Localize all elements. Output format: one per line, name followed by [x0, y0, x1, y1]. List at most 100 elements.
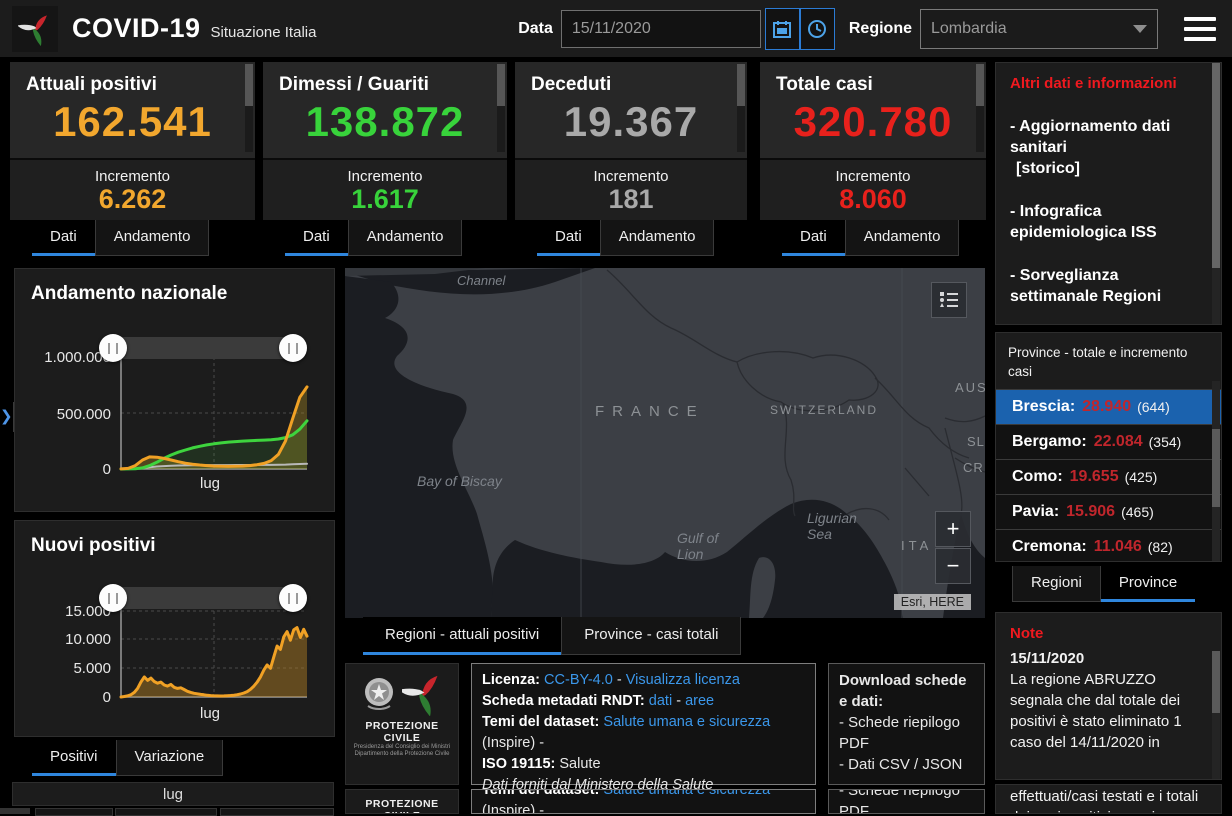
tab-positivi[interactable]: Positivi — [32, 740, 116, 776]
tab-province-casi-totali[interactable]: Province - casi totali — [561, 617, 742, 655]
logo-subtitle: Dipartimento della Protezione Civile — [354, 751, 450, 757]
overflow-fragment — [35, 808, 113, 816]
iso-line: ISO 19115: Salute — [482, 756, 601, 772]
time-range-slider[interactable] — [113, 587, 299, 609]
note-panel: Note 15/11/2020 La regione ABRUZZO segna… — [995, 612, 1222, 780]
slider-handle-right[interactable] — [279, 584, 307, 612]
download-panel: Download schede e dati: - Schede riepilo… — [828, 663, 985, 785]
tab-dati[interactable]: Dati — [537, 220, 600, 256]
license-panel: Licenza: CC-BY-4.0 - Visualizza licenza … — [471, 663, 816, 793]
app-subtitle: Situazione Italia — [210, 24, 317, 41]
province-list-panel: Province - totale e incremento casi Bres… — [995, 332, 1222, 562]
footer-logo-panel-overflow: PROTEZIONE CIVILE — [345, 789, 459, 814]
menu-button[interactable] — [1184, 16, 1216, 41]
tab-regioni-attuali-positivi[interactable]: Regioni - attuali positivi — [363, 617, 562, 655]
dataset-theme-line: Temi del dataset: Salute umana e sicurez… — [482, 714, 771, 751]
clock-icon — [808, 19, 827, 38]
calendar-button[interactable] — [764, 7, 800, 50]
layer-list-button[interactable] — [931, 282, 967, 318]
slider-handle-left[interactable] — [99, 334, 127, 362]
panel-expand-chevron-icon[interactable]: ❯ — [0, 402, 14, 432]
tab-andamento[interactable]: Andamento — [599, 220, 715, 256]
storico-link[interactable]: [storico] — [996, 158, 1221, 179]
province-row-cremona[interactable]: Cremona: 11.046 (82) — [996, 529, 1221, 561]
card-value: 19.367 — [563, 98, 699, 145]
chevron-down-icon — [1133, 24, 1147, 33]
sorveglianza-regioni-link[interactable]: - Sorveglianza settimanale Regioni — [996, 243, 1221, 307]
license-line: Licenza: CC-BY-4.0 - Visualizza licenza — [482, 672, 740, 688]
tab-andamento[interactable]: Andamento — [347, 220, 463, 256]
province-row-como[interactable]: Como: 19.655 (425) — [996, 459, 1221, 494]
province-list-title: Province - totale e incremento casi — [1008, 345, 1188, 379]
section-title: Altri dati e informazioni — [1010, 75, 1177, 92]
increment-label: Incremento — [347, 167, 423, 185]
province-row-bergamo[interactable]: Bergamo: 22.084 (354) — [996, 424, 1221, 459]
increment-value: 8.060 — [839, 183, 907, 214]
italy-emblem-icon — [365, 678, 393, 710]
app-title: COVID-19 — [72, 13, 201, 43]
scrollbar[interactable] — [1212, 63, 1220, 324]
card-scrollbar[interactable] — [737, 64, 745, 152]
date-label: Data — [518, 19, 553, 37]
increment-value: 6.262 — [98, 183, 167, 214]
map-tabs: Regioni - attuali positivi Province - ca… — [363, 617, 742, 655]
y-tick: 0 — [102, 689, 111, 706]
overflow-fragment — [0, 808, 30, 814]
tab-province[interactable]: Province — [1100, 566, 1196, 602]
y-tick: 5.000 — [73, 660, 111, 677]
zoom-out-button[interactable]: − — [935, 548, 971, 584]
zoom-in-button[interactable]: + — [935, 511, 971, 547]
increment-value: 1.617 — [351, 183, 419, 214]
card-title: Deceduti — [531, 74, 612, 95]
cc-by-link[interactable]: CC-BY-4.0 — [544, 672, 613, 688]
time-range-slider[interactable] — [113, 337, 299, 359]
province-row-pavia[interactable]: Pavia: 15.906 (465) — [996, 494, 1221, 529]
dati-csv-json-link[interactable]: - Dati CSV / JSON — [839, 754, 974, 775]
slider-handle-right[interactable] — [279, 334, 307, 362]
card-value: 320.780 — [793, 98, 953, 145]
calendar-icon — [773, 20, 792, 38]
time-button[interactable] — [799, 7, 835, 50]
tab-dati[interactable]: Dati — [32, 220, 95, 256]
aggiornamento-dati-link[interactable]: - Aggiornamento dati sanitari — [996, 92, 1221, 158]
salute-umana-link[interactable]: Salute umana e sicurezza — [603, 714, 770, 730]
card-scrollbar[interactable] — [245, 64, 253, 152]
y-tick: 1.000.000 — [44, 349, 111, 366]
visualizza-licenza-link[interactable]: Visualizza licenza — [626, 672, 740, 688]
increment-label: Incremento — [593, 167, 669, 185]
tab-variazione[interactable]: Variazione — [115, 740, 224, 776]
region-province-tabs: Regioni Province — [1012, 566, 1196, 602]
protezione-civile-tricolor-icon — [402, 675, 438, 716]
tab-andamento[interactable]: Andamento — [844, 220, 960, 256]
slider-handle-left[interactable] — [99, 584, 127, 612]
section-title: Note — [1010, 625, 1044, 642]
map-view[interactable]: Channel FRANCE SWITZERLAND AUS SL CR ITA… — [345, 268, 985, 618]
card-deceduti: Deceduti 19.367 Incremento 181 Dati Anda… — [515, 62, 747, 256]
province-row-brescia[interactable]: Brescia: 28.940 (644) — [996, 389, 1221, 424]
scrollbar[interactable] — [1212, 651, 1220, 779]
increment-label: Incremento — [835, 167, 911, 185]
date-input[interactable] — [560, 9, 761, 48]
scrollbar[interactable] — [1212, 381, 1220, 561]
tab-dati[interactable]: Dati — [782, 220, 845, 256]
region-select[interactable]: Lombardia — [920, 8, 1158, 49]
region-label: Regione — [848, 19, 912, 37]
infografica-iss-link[interactable]: - Infografica epidemiologica ISS — [996, 179, 1221, 243]
card-title: Dimessi / Guariti — [279, 74, 429, 95]
card-scrollbar[interactable] — [497, 64, 505, 152]
y-tick: 15.000 — [65, 603, 111, 620]
download-panel-overflow: - Schede riepilogo PDF — [828, 789, 985, 814]
card-scrollbar[interactable] — [976, 64, 984, 152]
tab-regioni[interactable]: Regioni — [1012, 566, 1101, 602]
nuovi-positivi-panel: Nuovi positivi 15.000 10.000 5.000 0 lug — [14, 520, 335, 737]
y-tick: 10.000 — [65, 631, 111, 648]
tab-andamento[interactable]: Andamento — [94, 220, 210, 256]
schede-riepilogo-pdf-link[interactable]: - Schede riepilogo PDF — [839, 712, 974, 754]
overflow-fragment — [115, 808, 217, 816]
aree-link[interactable]: aree — [685, 693, 714, 709]
tab-dati[interactable]: Dati — [285, 220, 348, 256]
note-text: La regione ABRUZZO segnala che dal total… — [1010, 671, 1182, 751]
note-panel-overflow: effettuati/casi testati e i totali dei c… — [995, 784, 1222, 814]
dati-link[interactable]: dati — [649, 693, 672, 709]
map-attribution: Esri, HERE — [893, 594, 971, 610]
